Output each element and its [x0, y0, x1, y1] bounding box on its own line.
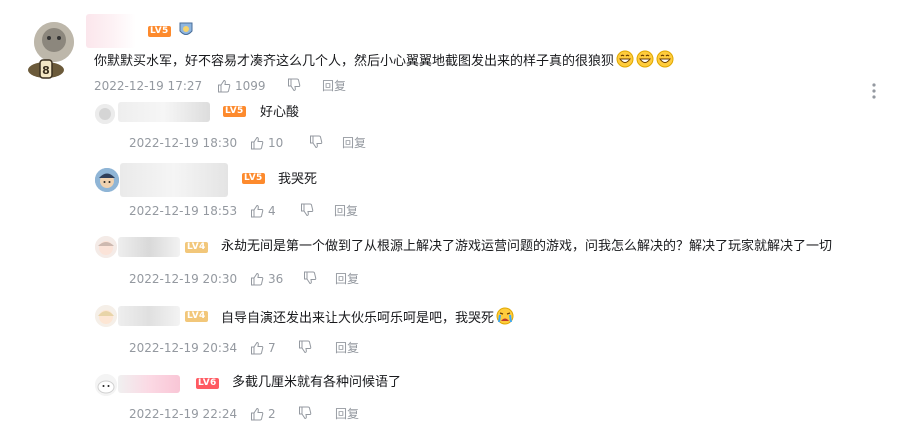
reply-text: 多截几厘米就有各种问候语了: [232, 375, 402, 390]
like-count: 4: [268, 204, 276, 218]
reply-date: 2022-12-19 22:24: [129, 407, 238, 421]
like-button[interactable]: 10: [250, 135, 283, 151]
user-level-badge: LV4: [185, 242, 208, 253]
reply-date: 2022-12-19 18:30: [129, 136, 238, 150]
reply-text: 我哭死: [278, 172, 318, 187]
thumb-up-icon: [251, 136, 264, 150]
username-blurred[interactable]: [118, 375, 180, 393]
thumb-up-icon: [251, 407, 264, 421]
comment-text-body: 你默默买水军，好不容易才凑齐这么几个人，然后小心翼翼地截图发出来的样子真的很狼狈: [94, 54, 615, 69]
like-count: 1099: [235, 79, 266, 93]
thumb-up-icon: [251, 272, 264, 286]
comment-text: 你默默买水军，好不容易才凑齐这么几个人，然后小心翼翼地截图发出来的样子真的很狼狈: [94, 50, 674, 74]
reply-button[interactable]: 回复: [334, 203, 358, 219]
user-level-badge: LV4: [185, 311, 208, 322]
user-level-badge: LV5: [223, 106, 246, 117]
reply-text: 好心酸: [260, 105, 300, 120]
reply-text: 永劫无间是第一个做到了从根源上解决了游戏运营问题的游戏，问我怎么解决的？解决了玩…: [221, 239, 833, 254]
like-button[interactable]: 7: [250, 340, 276, 356]
username-blurred[interactable]: [118, 102, 210, 122]
like-count: 7: [268, 341, 276, 355]
reply-button[interactable]: 回复: [335, 406, 359, 422]
like-button[interactable]: 2: [250, 406, 276, 422]
crying-emoji-icon: [496, 307, 514, 331]
medal-icon: [177, 21, 195, 39]
reply-date: 2022-12-19 20:30: [129, 272, 238, 286]
like-count: 2: [268, 407, 276, 421]
username-blurred[interactable]: [120, 163, 228, 197]
reply-date: 2022-12-19 20:34: [129, 341, 238, 355]
avatar[interactable]: [95, 374, 117, 396]
like-count: 36: [268, 272, 284, 286]
reply-date: 2022-12-19 18:53: [129, 204, 238, 218]
dislike-button[interactable]: [303, 271, 317, 285]
thumb-down-icon: [299, 406, 312, 420]
svg-text:8: 8: [42, 64, 50, 77]
thumb-down-icon: [301, 203, 314, 217]
like-button[interactable]: 1099: [217, 78, 266, 94]
avatar[interactable]: [95, 104, 115, 124]
avatar[interactable]: [95, 236, 117, 258]
reply-button[interactable]: 回复: [322, 78, 346, 94]
comment-date: 2022-12-19 17:27: [94, 79, 203, 93]
dislike-button[interactable]: [309, 135, 323, 149]
username-blurred[interactable]: [118, 306, 180, 326]
avatar[interactable]: [95, 168, 119, 192]
username-blurred[interactable]: [118, 237, 180, 257]
thumb-down-icon: [299, 340, 312, 354]
avatar-frame-badge: 8: [26, 58, 66, 80]
avatar[interactable]: [34, 22, 74, 62]
thumb-down-icon: [310, 135, 323, 149]
like-count: 10: [268, 136, 284, 150]
username-blurred[interactable]: [86, 14, 136, 48]
dislike-button[interactable]: [298, 340, 312, 354]
reply-button[interactable]: 回复: [335, 340, 359, 356]
dislike-button[interactable]: [300, 203, 314, 217]
user-level-badge: LV5: [242, 173, 265, 184]
reply-text-body: 自导自演还发出来让大伙乐呵乐呵是吧，我哭死: [221, 311, 495, 326]
grin-emoji-icon: [636, 50, 654, 74]
thumb-down-icon: [288, 78, 301, 92]
grin-emoji-icon: [616, 50, 634, 74]
user-level-badge: LV5: [148, 26, 171, 37]
grin-emoji-icon: [656, 50, 674, 74]
avatar[interactable]: [95, 305, 117, 327]
dislike-button[interactable]: [298, 406, 312, 420]
reply-button[interactable]: 回复: [335, 271, 359, 287]
thumb-down-icon: [304, 271, 317, 285]
thumb-up-icon: [218, 79, 231, 93]
user-level-badge: LV6: [196, 378, 219, 389]
reply-button[interactable]: 回复: [342, 135, 366, 151]
thumb-up-icon: [251, 341, 264, 355]
thumb-up-icon: [251, 204, 264, 218]
like-button[interactable]: 4: [250, 203, 276, 219]
like-button[interactable]: 36: [250, 271, 283, 287]
reply-text: 自导自演还发出来让大伙乐呵乐呵是吧，我哭死: [221, 307, 514, 331]
dislike-button[interactable]: [287, 78, 301, 92]
more-options-icon[interactable]: [870, 82, 878, 100]
